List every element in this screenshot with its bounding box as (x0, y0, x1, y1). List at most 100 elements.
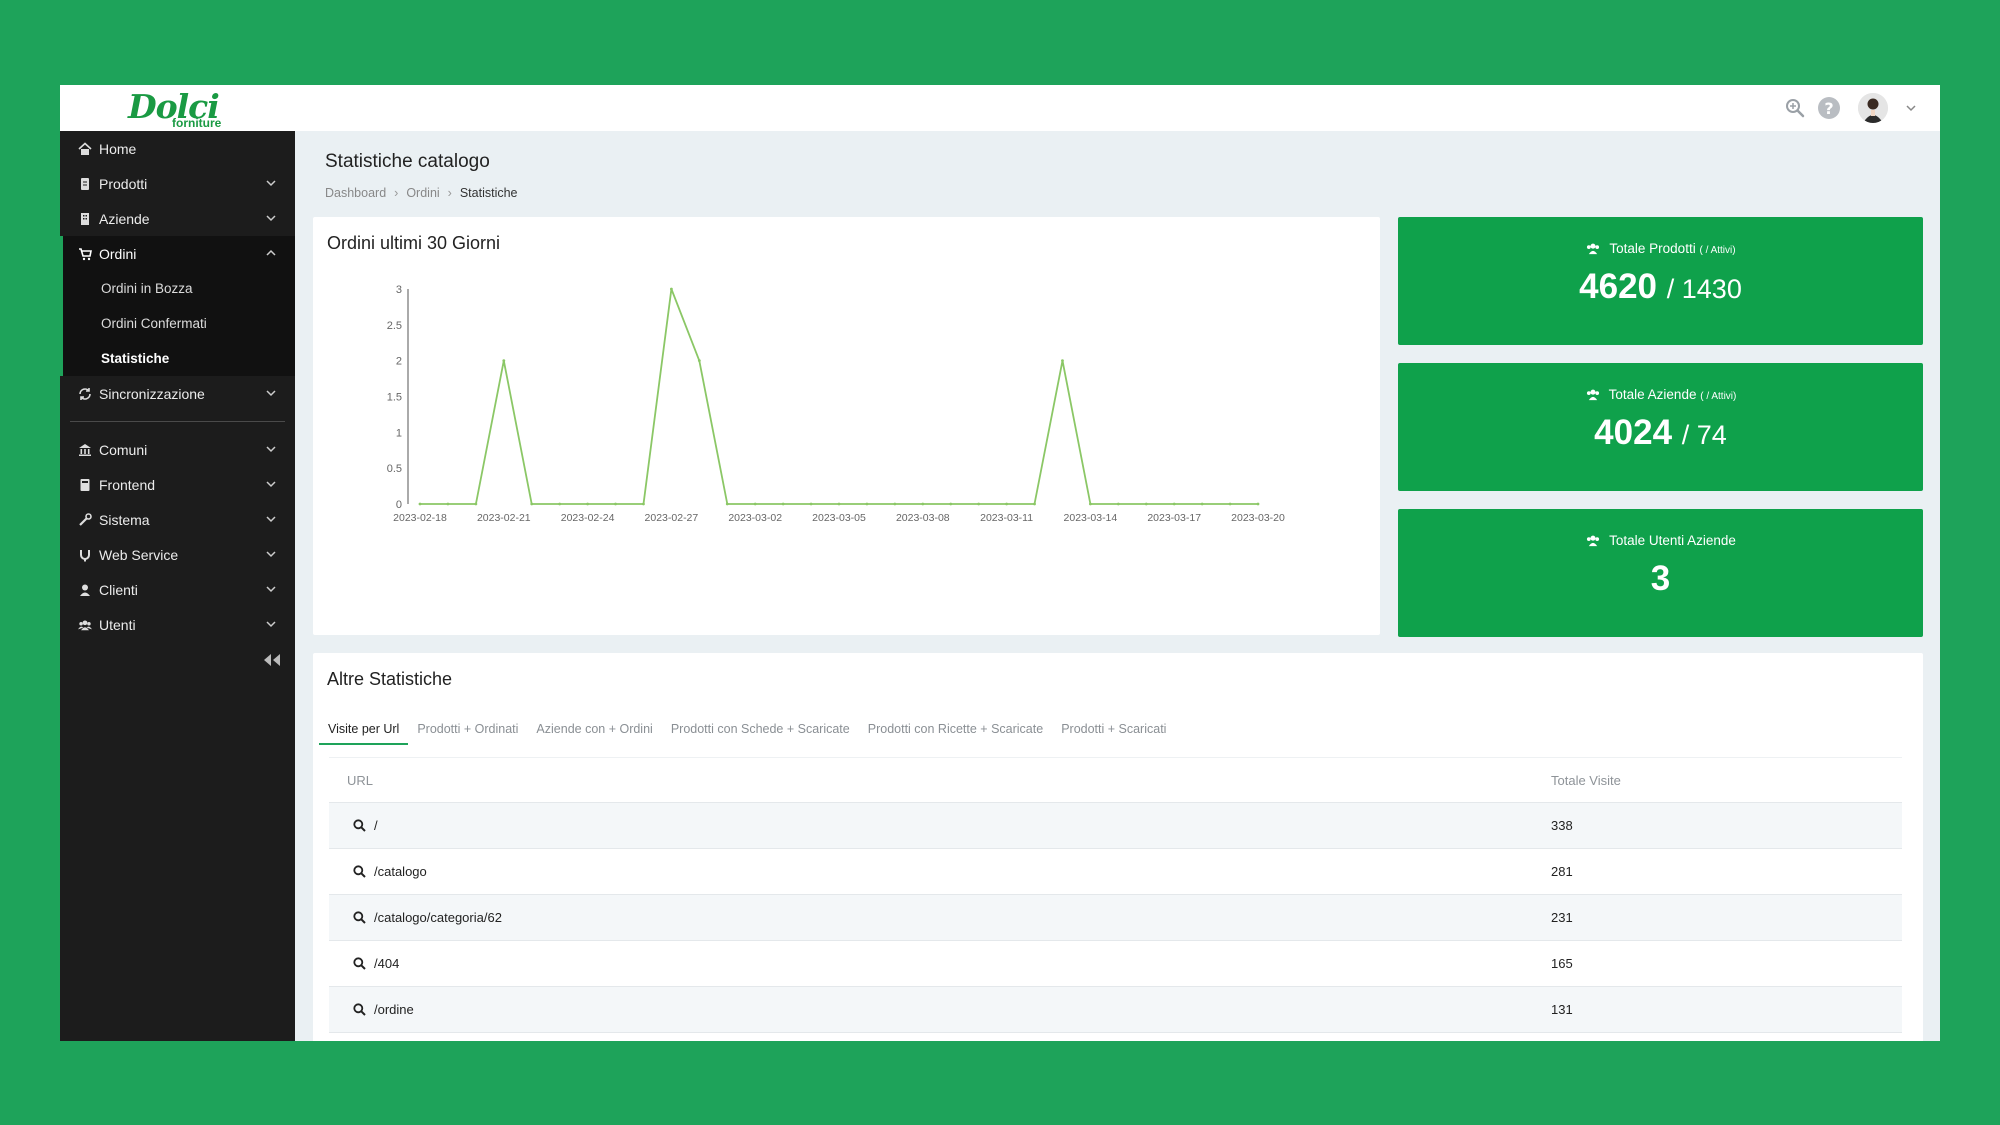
stat-totale-prodotti: Totale Prodotti ( / Attivi) 4620 / 1430 (1398, 217, 1923, 345)
chevron-down-icon (266, 516, 276, 523)
data-point (418, 502, 422, 506)
tab-visite-per-url[interactable]: Visite per Url (319, 715, 409, 745)
sidebar: Home Prodotti Aziende Ordini Ordini in B… (60, 131, 295, 1041)
row-url[interactable]: /catalogo (374, 864, 427, 879)
table-row[interactable]: /catalogo 281 (329, 849, 1902, 895)
tab-prodotti-ricette[interactable]: Prodotti con Ricette + Scaricate (859, 715, 1052, 745)
sidebar-item-label: Home (99, 140, 137, 157)
data-point (837, 502, 841, 506)
collapse-sidebar-button[interactable] (261, 651, 283, 669)
row-visits: 338 (1551, 818, 1573, 833)
column-header-visite[interactable]: Totale Visite (1551, 773, 1902, 788)
ordini-submenu: Ordini in Bozza Ordini Confermati Statis… (60, 271, 295, 376)
search-icon[interactable] (353, 911, 366, 924)
table-row[interactable]: /ordine 131 (329, 987, 1902, 1033)
search-icon[interactable] (353, 1003, 366, 1016)
tab-prodotti-scaricati[interactable]: Prodotti + Scaricati (1052, 715, 1175, 745)
data-point (474, 502, 478, 506)
institution-icon (78, 443, 92, 457)
sidebar-subitem-ordini-in-bozza[interactable]: Ordini in Bozza (63, 271, 295, 306)
row-visits: 281 (1551, 864, 1573, 879)
cart-icon (78, 247, 92, 261)
breadcrumb-separator-icon: › (447, 186, 452, 200)
data-point (781, 502, 785, 506)
top-bar: Dolci forniture ? (60, 85, 1940, 131)
row-url[interactable]: /ordine (374, 1002, 414, 1017)
breadcrumb-ordini[interactable]: Ordini (406, 186, 439, 200)
sidebar-item-label: Sincronizzazione (99, 385, 205, 402)
breadcrumb: Dashboard › Ordini › Statistiche (325, 186, 518, 200)
row-url[interactable]: /catalogo/categoria/62 (374, 910, 502, 925)
visits-table: URL Totale Visite / 338 /catalogo 281 /c… (329, 757, 1902, 1033)
zoom-icon[interactable] (1784, 97, 1806, 119)
chevron-down-icon (266, 621, 276, 628)
user-avatar[interactable] (1858, 93, 1888, 123)
tab-prodotti-ordinati[interactable]: Prodotti + Ordinati (408, 715, 527, 745)
help-icon[interactable]: ? (1818, 97, 1840, 119)
data-point (502, 359, 506, 363)
sidebar-item-aziende[interactable]: Aziende (60, 201, 295, 236)
chevron-down-icon (266, 446, 276, 453)
x-tick-label: 2023-03-05 (812, 512, 866, 524)
double-chevron-left-icon (264, 654, 280, 666)
data-point (1005, 502, 1008, 506)
x-tick-label: 2023-02-21 (477, 512, 531, 524)
stat-primary: 3 (1650, 559, 1671, 598)
sidebar-item-label: Ordini (99, 245, 137, 262)
sidebar-item-label: Web Service (99, 546, 179, 563)
users-icon (1587, 243, 1600, 255)
sidebar-item-home[interactable]: Home (60, 131, 295, 166)
brand-logo[interactable]: Dolci forniture (128, 87, 238, 130)
column-header-url[interactable]: URL (329, 773, 1551, 788)
data-point (697, 359, 701, 363)
chevron-down-icon[interactable] (1900, 97, 1922, 119)
row-visits: 165 (1551, 956, 1573, 971)
app-window: Dolci forniture ? Home Prodotti Aziende … (60, 85, 1940, 1041)
sidebar-item-sistema[interactable]: Sistema (60, 502, 295, 537)
table-row[interactable]: /404 165 (329, 941, 1902, 987)
table-row[interactable]: /catalogo/categoria/62 231 (329, 895, 1902, 941)
data-point (921, 502, 925, 506)
sidebar-item-ordini[interactable]: Ordini (60, 236, 295, 271)
users-icon (1586, 389, 1599, 401)
page-title: Statistiche catalogo (325, 151, 490, 172)
data-point (530, 502, 534, 506)
row-url[interactable]: /404 (374, 956, 399, 971)
sidebar-item-web-service[interactable]: Web Service (60, 537, 295, 572)
sidebar-item-frontend[interactable]: Frontend (60, 467, 295, 502)
data-point (949, 502, 953, 506)
sidebar-item-sincronizzazione[interactable]: Sincronizzazione (60, 376, 295, 411)
sidebar-item-clienti[interactable]: Clienti (60, 572, 295, 607)
stat-totale-utenti-aziende: Totale Utenti Aziende 3 (1398, 509, 1923, 637)
sidebar-item-utenti[interactable]: Utenti (60, 607, 295, 642)
table-row[interactable]: / 338 (329, 803, 1902, 849)
users-icon (78, 618, 92, 632)
data-point (1144, 502, 1148, 506)
breadcrumb-dashboard[interactable]: Dashboard (325, 186, 386, 200)
search-icon[interactable] (353, 957, 366, 970)
y-tick-label: 3 (396, 284, 402, 296)
y-tick-label: 0 (396, 499, 402, 511)
tab-prodotti-schede[interactable]: Prodotti con Schede + Scaricate (662, 715, 859, 745)
table-header: URL Totale Visite (329, 757, 1902, 803)
search-icon[interactable] (353, 865, 366, 878)
data-point (1033, 502, 1036, 506)
data-point (1089, 502, 1092, 506)
plug-icon (78, 548, 92, 562)
data-point (558, 502, 562, 506)
sidebar-subitem-ordini-confermati[interactable]: Ordini Confermati (63, 306, 295, 341)
stat-label: Totale Utenti Aziende (1398, 533, 1923, 548)
sidebar-item-comuni[interactable]: Comuni (60, 432, 295, 467)
x-tick-label: 2023-03-11 (980, 512, 1033, 524)
data-point (977, 502, 981, 506)
x-tick-label: 2023-02-24 (561, 512, 615, 524)
main-content: Statistiche catalogo Dashboard › Ordini … (295, 131, 1940, 1041)
sidebar-item-prodotti[interactable]: Prodotti (60, 166, 295, 201)
tab-aziende-ordini[interactable]: Aziende con + Ordini (527, 715, 661, 745)
data-point (865, 502, 869, 506)
sidebar-subitem-statistiche[interactable]: Statistiche (63, 341, 295, 376)
search-icon[interactable] (353, 819, 366, 832)
row-url[interactable]: / (374, 818, 378, 833)
data-point (1256, 502, 1260, 506)
stat-label-text: Totale Prodotti (1609, 241, 1696, 256)
